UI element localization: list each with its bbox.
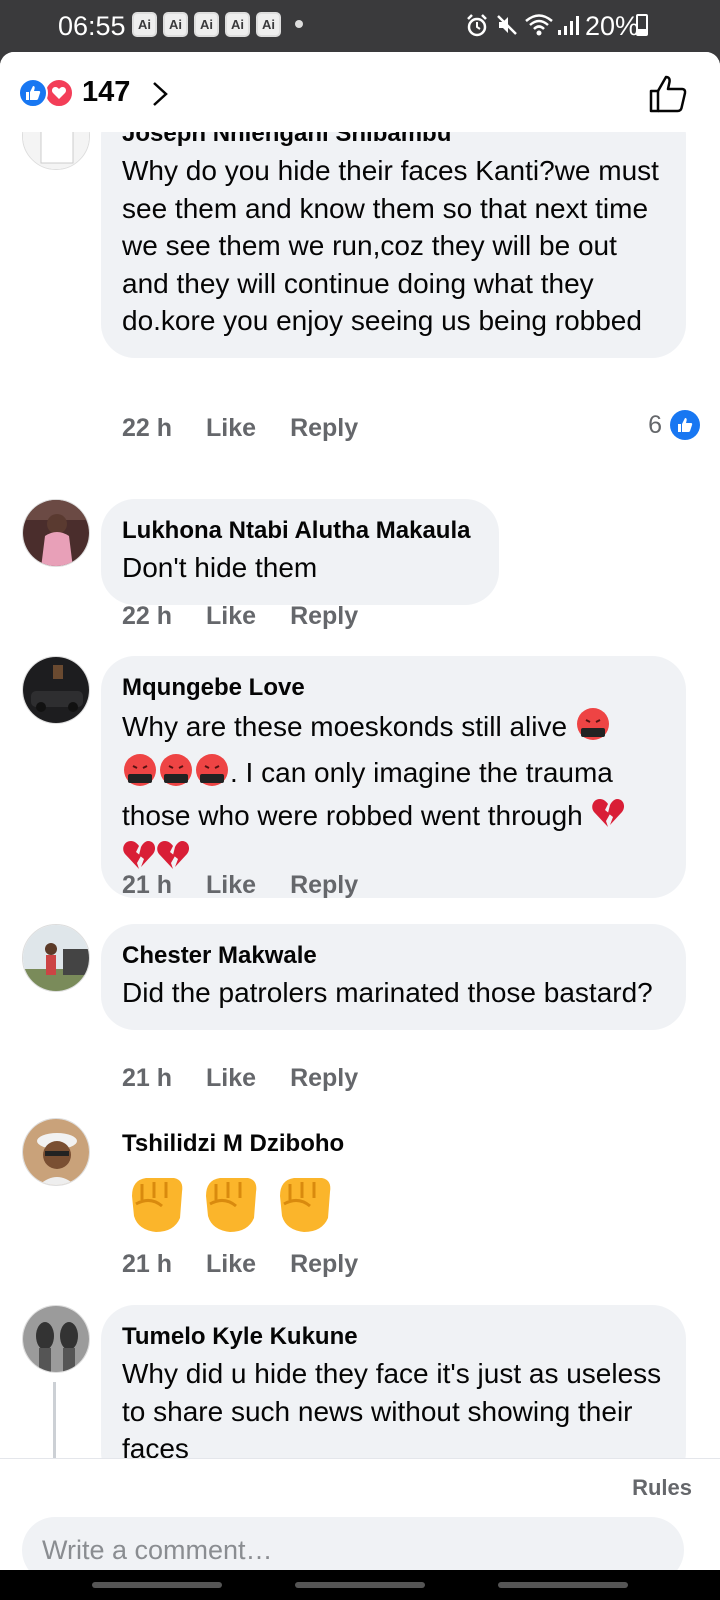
comment-reaction-badge[interactable]: 6 [648, 410, 700, 440]
comment-text-part: Why are these moeskonds still alive [122, 711, 575, 743]
battery-icon [636, 14, 648, 36]
reply-button[interactable]: Reply [290, 871, 358, 900]
comment-author[interactable]: Tumelo Kyle Kukune [122, 1319, 666, 1355]
like-button[interactable]: Like [206, 1064, 256, 1093]
like-button[interactable]: Like [206, 1250, 256, 1279]
reply-button[interactable]: Reply [290, 414, 358, 443]
like-button[interactable]: Like [206, 414, 256, 443]
avatar[interactable] [22, 1305, 90, 1373]
reply-button[interactable]: Reply [290, 1250, 358, 1279]
system-nav-bar [0, 1570, 720, 1600]
comment-time[interactable]: 21 h [122, 871, 172, 900]
comment-text: Did the patrolers marinated those bastar… [122, 977, 653, 1008]
comment-actions: 22 h Like Reply [122, 414, 358, 443]
reaction-count[interactable]: 147 [82, 76, 130, 109]
ai-badge: Ai [225, 12, 250, 37]
wifi-icon [525, 14, 553, 36]
avatar[interactable] [22, 1118, 90, 1186]
comment-bubble[interactable]: Mqungebe Love Why are these moeskonds st… [101, 656, 686, 898]
ai-badge: Ai [163, 12, 188, 37]
notification-dot [295, 20, 303, 28]
comment-actions: 22 h Like Reply [122, 602, 358, 631]
comment-bubble[interactable]: Joseph Nhlengani Shibambu Why do you hid… [101, 132, 686, 358]
broken-heart-emoji [591, 797, 625, 839]
comment-text: Why do you hide their faces Kanti?we mus… [122, 155, 659, 336]
comment-author[interactable]: Tshilidzi M Dziboho [122, 1126, 344, 1162]
like-reaction-icon [18, 78, 48, 108]
comment-time[interactable]: 22 h [122, 602, 172, 631]
raised-fist-emoji [270, 1166, 340, 1241]
reaction-count: 6 [648, 410, 662, 439]
status-time: 06:55 [58, 11, 126, 41]
comment-time[interactable]: 21 h [122, 1250, 172, 1279]
avatar[interactable] [22, 499, 90, 567]
comment-author[interactable]: Chester Makwale [122, 938, 666, 974]
comment-bubble[interactable]: Lukhona Ntabi Alutha Makaula Don't hide … [101, 499, 499, 605]
comment-composer: Rules [0, 1458, 720, 1570]
like-outline-icon[interactable] [648, 74, 688, 114]
reply-button[interactable]: Reply [290, 1064, 358, 1093]
comment-text: Why did u hide they face it's just as us… [122, 1358, 662, 1458]
cursing-face-emoji [575, 706, 611, 752]
comment-list: Joseph Nhlengani Shibambu Why do you hid… [0, 132, 720, 1458]
comment-author[interactable]: Lukhona Ntabi Alutha Makaula [122, 513, 479, 549]
comments-sheet: 147 Joseph Nhlengani Shibambu Why do you… [0, 52, 720, 1570]
raised-fist-emoji [122, 1166, 192, 1241]
comment-bubble[interactable]: Chester Makwale Did the patrolers marina… [101, 924, 686, 1030]
reactions-header[interactable]: 147 [0, 52, 720, 132]
comment-text: Don't hide them [122, 552, 318, 583]
cursing-face-emoji [122, 752, 158, 798]
love-reaction-icon [44, 78, 74, 108]
recent-apps-button[interactable] [92, 1582, 222, 1588]
comment-text: Why are these moeskonds still alive . I … [122, 706, 666, 880]
comment-author[interactable]: Mqungebe Love [122, 670, 666, 706]
battery-percent: 20% [585, 11, 640, 41]
avatar[interactable] [22, 656, 90, 724]
comment-author[interactable]: Joseph Nhlengani Shibambu [122, 132, 666, 152]
reply-button[interactable]: Reply [290, 602, 358, 631]
like-button[interactable]: Like [206, 602, 256, 631]
signal-icon [558, 16, 579, 35]
status-bar: 06:55 Ai Ai Ai Ai Ai 20% [0, 0, 720, 52]
like-button[interactable]: Like [206, 871, 256, 900]
reaction-icons [18, 78, 78, 110]
ai-badge: Ai [194, 12, 219, 37]
comment-input[interactable] [22, 1517, 684, 1570]
cursing-face-emoji [194, 752, 230, 798]
avatar[interactable] [22, 132, 90, 170]
home-button[interactable] [295, 1582, 425, 1588]
back-button[interactable] [498, 1582, 628, 1588]
comment-emoji-row [122, 1166, 344, 1241]
comment-body: Tshilidzi M Dziboho [122, 1126, 344, 1241]
comment-actions: 21 h Like Reply [122, 871, 358, 900]
thread-line [53, 1382, 56, 1458]
comment-actions: 21 h Like Reply [122, 1064, 358, 1093]
raised-fist-emoji [196, 1166, 266, 1241]
avatar[interactable] [22, 924, 90, 992]
rules-link[interactable]: Rules [632, 1475, 692, 1501]
mute-icon [497, 15, 517, 35]
alarm-icon [467, 14, 487, 37]
comment-time[interactable]: 22 h [122, 414, 172, 443]
comment-bubble[interactable]: Tumelo Kyle Kukune Why did u hide they f… [101, 1305, 686, 1458]
ai-badge: Ai [256, 12, 281, 37]
like-reaction-icon [670, 410, 700, 440]
comment-actions: 21 h Like Reply [122, 1250, 358, 1279]
chevron-right-icon[interactable] [150, 80, 170, 108]
comment-time[interactable]: 21 h [122, 1064, 172, 1093]
ai-badge: Ai [132, 12, 157, 37]
cursing-face-emoji [158, 752, 194, 798]
ai-badges: Ai Ai Ai Ai Ai [132, 12, 281, 37]
